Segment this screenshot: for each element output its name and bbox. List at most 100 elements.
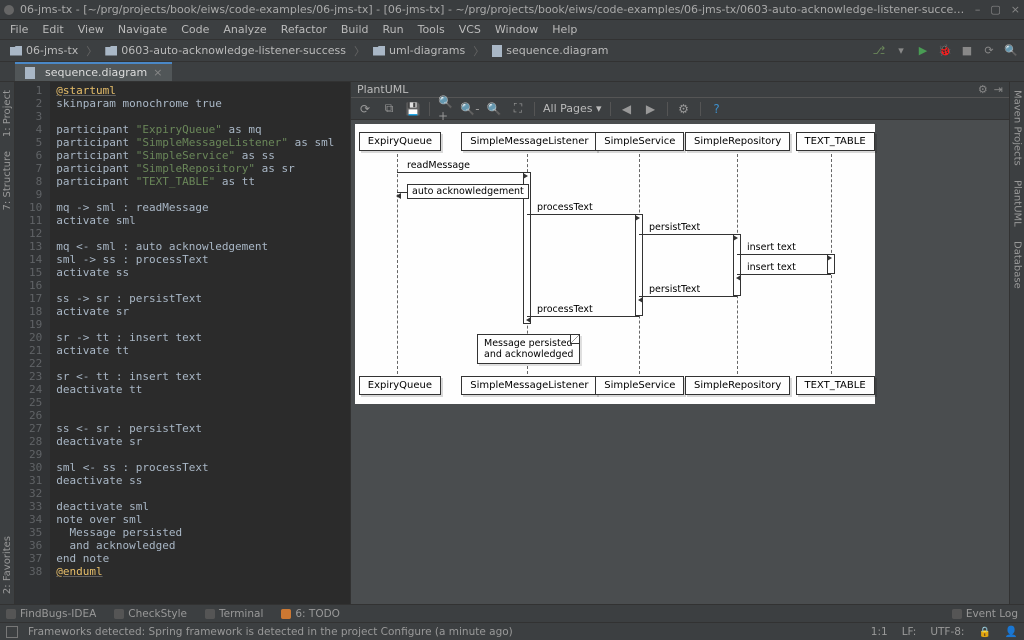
- menu-file[interactable]: File: [4, 21, 34, 38]
- menu-view[interactable]: View: [72, 21, 110, 38]
- tool-checkstyle[interactable]: CheckStyle: [114, 608, 187, 620]
- participant-SimpleService: SimpleService: [595, 132, 684, 151]
- gear-icon[interactable]: ⚙: [978, 83, 988, 96]
- label: 6: TODO: [295, 608, 340, 620]
- tool-tab-maven[interactable]: Maven Projects: [1012, 86, 1023, 170]
- copy-icon[interactable]: ⧉: [381, 101, 397, 117]
- message-arrow: [639, 234, 737, 235]
- save-icon[interactable]: 💾: [405, 101, 421, 117]
- participant-TEXT_TABLE: TEXT_TABLE: [796, 376, 875, 395]
- participant-SimpleMessageListener: SimpleMessageListener: [461, 132, 597, 151]
- participant-SimpleService: SimpleService: [595, 376, 684, 395]
- zoom-in-icon[interactable]: 🔍+: [438, 101, 454, 117]
- terminal-icon: [205, 609, 215, 619]
- search-icon[interactable]: 🔍: [1004, 44, 1018, 58]
- editor-pane[interactable]: 1 2 3 4 5 6 7 8 9 10 11 12 13 14 15 16 1…: [15, 82, 350, 604]
- message-label: readMessage: [407, 160, 470, 171]
- refresh-icon[interactable]: ⟳: [357, 101, 373, 117]
- crumb-1[interactable]: 0603-auto-acknowledge-listener-success: [101, 44, 350, 57]
- crumb-label: 06-jms-tx: [26, 44, 78, 57]
- menu-vcs[interactable]: VCS: [453, 21, 487, 38]
- tool-event-log[interactable]: Event Log: [952, 608, 1018, 620]
- menu-refactor[interactable]: Refactor: [275, 21, 333, 38]
- bug-icon: [6, 609, 16, 619]
- help-icon[interactable]: ?: [709, 101, 725, 117]
- run-icon[interactable]: ▶: [916, 44, 930, 58]
- message-label: insert text: [747, 262, 796, 273]
- close-icon[interactable]: ×: [1011, 3, 1020, 16]
- crumb-3[interactable]: sequence.diagram: [488, 44, 612, 57]
- encoding[interactable]: UTF-8:: [930, 626, 964, 638]
- run-config-dropdown[interactable]: ▾: [894, 44, 908, 58]
- bottom-tool-bar: FindBugs-IDEA CheckStyle Terminal 6: TOD…: [0, 604, 1024, 622]
- tool-tab-structure[interactable]: 7: Structure: [2, 147, 13, 214]
- participant-SimpleMessageListener: SimpleMessageListener: [461, 376, 597, 395]
- message-arrow: [737, 254, 831, 255]
- sep: [667, 102, 668, 116]
- collapse-icon[interactable]: ⇥: [994, 83, 1003, 96]
- message-label: processText: [537, 202, 593, 213]
- update-icon[interactable]: ⟳: [982, 44, 996, 58]
- menu-build[interactable]: Build: [335, 21, 375, 38]
- menu-edit[interactable]: Edit: [36, 21, 69, 38]
- debug-icon[interactable]: 🐞: [938, 44, 952, 58]
- zoom-reset-icon[interactable]: 🔍: [486, 101, 502, 117]
- todo-icon: [281, 609, 291, 619]
- settings-icon[interactable]: ⚙: [676, 101, 692, 117]
- tool-tab-favorites[interactable]: 2: Favorites: [2, 532, 13, 598]
- tool-tab-plantuml[interactable]: PlantUML: [1012, 176, 1023, 231]
- menu-bar: File Edit View Navigate Code Analyze Ref…: [0, 20, 1024, 40]
- tool-tab-project[interactable]: 1: Project: [2, 86, 13, 141]
- maximize-icon[interactable]: ▢: [990, 3, 1000, 16]
- crumb-2[interactable]: uml-diagrams: [369, 44, 469, 57]
- message-arrow: [527, 316, 639, 317]
- menu-help[interactable]: Help: [546, 21, 583, 38]
- menu-navigate[interactable]: Navigate: [112, 21, 173, 38]
- line-ending[interactable]: LF:: [902, 626, 917, 638]
- editor-tabs: sequence.diagram: [0, 62, 1024, 82]
- message-label: persistText: [649, 222, 700, 233]
- message-label: insert text: [747, 242, 796, 253]
- prev-page-icon[interactable]: ◀: [619, 101, 635, 117]
- tool-todo[interactable]: 6: TODO: [281, 608, 340, 620]
- minimize-icon[interactable]: –: [975, 3, 981, 16]
- note-box: Message persistedand acknowledged: [477, 334, 580, 364]
- status-message: Frameworks detected: Spring framework is…: [28, 626, 513, 638]
- zoom-out-icon[interactable]: 🔍-: [462, 101, 478, 117]
- app-icon: [4, 5, 14, 15]
- tool-tab-database[interactable]: Database: [1012, 237, 1023, 293]
- pages-dropdown[interactable]: All Pages ▾: [543, 102, 602, 115]
- label: Terminal: [219, 608, 263, 620]
- caret-position[interactable]: 1:1: [871, 626, 888, 638]
- crumb-sep: 〉: [86, 43, 97, 59]
- tool-findbugs[interactable]: FindBugs-IDEA: [6, 608, 96, 620]
- menu-analyze[interactable]: Analyze: [217, 21, 272, 38]
- tool-terminal[interactable]: Terminal: [205, 608, 263, 620]
- crumb-sep: 〉: [354, 43, 365, 59]
- folder-icon: [10, 46, 22, 56]
- menu-window[interactable]: Window: [489, 21, 544, 38]
- zoom-fit-icon[interactable]: ⛶: [510, 101, 526, 117]
- check-icon: [114, 609, 124, 619]
- next-page-icon[interactable]: ▶: [643, 101, 659, 117]
- plantuml-canvas-wrap[interactable]: ExpiryQueueExpiryQueueSimpleMessageListe…: [351, 120, 1009, 604]
- crumb-label: uml-diagrams: [389, 44, 465, 57]
- menu-tools[interactable]: Tools: [412, 21, 451, 38]
- menu-code[interactable]: Code: [175, 21, 215, 38]
- tab-sequence-diagram[interactable]: sequence.diagram: [15, 62, 172, 81]
- stop-icon[interactable]: ■: [960, 44, 974, 58]
- status-icon[interactable]: [6, 626, 18, 638]
- sep: [534, 102, 535, 116]
- vcs-branch-icon[interactable]: ⎇: [872, 44, 886, 58]
- crumb-label: 0603-auto-acknowledge-listener-success: [121, 44, 346, 57]
- hector-icon[interactable]: 👤: [1005, 625, 1018, 638]
- menu-run[interactable]: Run: [377, 21, 410, 38]
- tab-close-icon[interactable]: [153, 66, 162, 79]
- window-controls: – ▢ ×: [975, 3, 1020, 16]
- participant-TEXT_TABLE: TEXT_TABLE: [796, 132, 875, 151]
- message-label: persistText: [649, 284, 700, 295]
- code-area[interactable]: @startuml skinparam monochrome true part…: [50, 82, 350, 604]
- crumb-0[interactable]: 06-jms-tx: [6, 44, 82, 57]
- lock-icon[interactable]: [978, 626, 990, 638]
- nav-right: ⎇ ▾ ▶ 🐞 ■ ⟳ 🔍: [872, 44, 1018, 58]
